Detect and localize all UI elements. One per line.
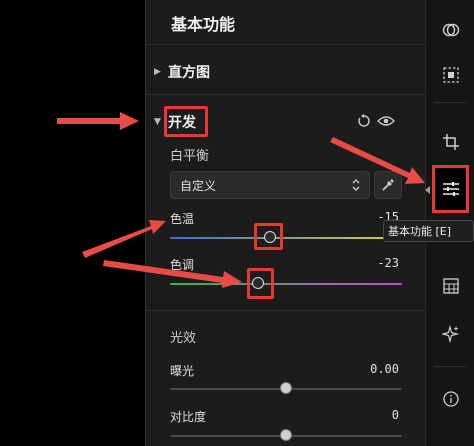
eyedropper-button[interactable]: [374, 171, 402, 199]
contrast-value[interactable]: 0: [392, 408, 399, 422]
canvas-area: [0, 0, 145, 446]
tint-thumb-highlight: [247, 268, 274, 299]
temperature-thumb-highlight: [254, 223, 283, 250]
exposure-value[interactable]: 0.00: [370, 362, 399, 376]
white-balance-preset-select[interactable]: 自定义: [170, 171, 370, 199]
tint-label: 色调: [170, 258, 195, 272]
tooltip: 基本功能 [E]: [383, 220, 474, 242]
light-section-label: 光效: [170, 331, 197, 346]
crop-icon[interactable]: [426, 127, 474, 157]
panel-title: 基本功能: [171, 15, 236, 34]
info-icon[interactable]: [426, 384, 474, 414]
rail-divider: [434, 102, 467, 103]
chevron-right-icon: ▶: [154, 67, 161, 77]
contrast-label: 对比度: [170, 410, 207, 424]
exposure-slider-thumb[interactable]: [280, 382, 292, 394]
rail-divider: [434, 366, 467, 367]
white-balance-label: 白平衡: [170, 149, 210, 164]
overlay-circles-icon[interactable]: [426, 15, 474, 45]
select-arrows-icon: [352, 179, 360, 191]
white-balance-preset-value: 自定义: [180, 178, 217, 193]
reset-icon[interactable]: [355, 112, 373, 130]
temperature-slider-track[interactable]: [170, 237, 402, 239]
histogram-section-header[interactable]: ▶ 直方图: [154, 61, 210, 83]
sparkle-icon[interactable]: [426, 319, 474, 349]
sliders-icon: [442, 182, 459, 196]
tint-slider-track[interactable]: [170, 283, 402, 285]
eyedropper-icon: [382, 179, 394, 191]
temperature-label: 色温: [170, 212, 195, 226]
tooltip-pointer: [425, 186, 430, 194]
eye-icon[interactable]: [377, 112, 395, 130]
exposure-label: 曝光: [170, 364, 195, 378]
divider: [146, 44, 426, 45]
texture-grid-icon[interactable]: [426, 271, 474, 301]
contrast-slider-thumb[interactable]: [280, 429, 292, 441]
tint-value[interactable]: -23: [377, 256, 399, 270]
develop-highlight-box: [164, 106, 208, 137]
divider: [146, 310, 426, 311]
basic-adjustments-tab[interactable]: [432, 165, 469, 213]
histogram-label: 直方图: [168, 65, 210, 81]
divider: [146, 94, 426, 95]
frame-select-icon[interactable]: [426, 60, 474, 90]
